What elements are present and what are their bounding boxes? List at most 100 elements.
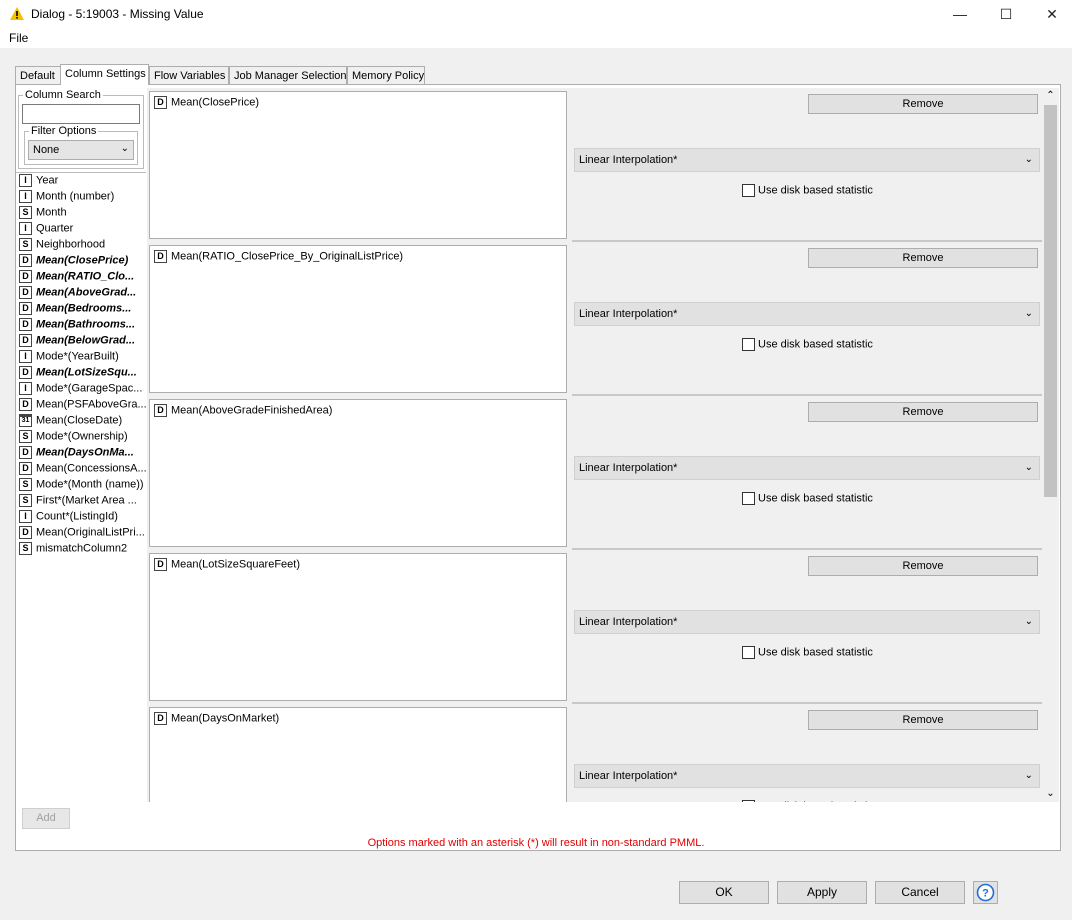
column-list-item[interactable]: D Mean(BelowGrad...	[19, 334, 146, 350]
tab-default[interactable]: Default	[15, 66, 61, 84]
column-list-item[interactable]: I Mode*(YearBuilt)	[19, 350, 146, 366]
chevron-down-icon: ⌄	[1024, 616, 1033, 627]
checkbox-icon[interactable]	[742, 338, 755, 351]
column-list-item[interactable]: I Mode*(GarageSpac...	[19, 382, 146, 398]
column-list-label: Mean(DaysOnMa...	[36, 446, 134, 459]
add-button[interactable]: Add	[22, 808, 70, 829]
column-list-item[interactable]: S Mode*(Ownership)	[19, 430, 146, 446]
column-list-label: Mean(LotSizeSqu...	[36, 366, 137, 379]
column-list-item[interactable]: I Count*(ListingId)	[19, 510, 146, 526]
disk-statistic-checkbox[interactable]: Use disk based statistic	[742, 492, 873, 505]
setting-block: Remove Linear Interpolation* ⌄ Use disk bas…	[572, 244, 1042, 396]
column-list-item[interactable]: I Quarter	[19, 222, 146, 238]
disk-statistic-checkbox[interactable]: Use disk based statistic	[742, 646, 873, 659]
column-list-label: Mean(Bathrooms...	[36, 318, 136, 331]
column-block-label: D Mean(RATIO_ClosePrice_By_OriginalListPr…	[154, 250, 403, 263]
column-type-icon: D	[154, 96, 167, 109]
cancel-button[interactable]: Cancel	[875, 881, 965, 904]
column-list-item[interactable]: D Mean(PSFAboveGra...	[19, 398, 146, 414]
menu-file[interactable]: File	[9, 31, 28, 45]
column-type-icon: D	[19, 446, 32, 459]
maximize-button[interactable]: ☐	[983, 0, 1029, 28]
tab-column-settings[interactable]: Column Settings	[60, 64, 149, 85]
close-button[interactable]: ✕	[1029, 0, 1072, 28]
remove-button[interactable]: Remove	[808, 94, 1038, 114]
column-list-item[interactable]: D Mean(LotSizeSqu...	[19, 366, 146, 382]
scrollbar-thumb[interactable]	[1044, 105, 1057, 497]
column-list-item[interactable]: S Mode*(Month (name))	[19, 478, 146, 494]
method-select[interactable]: Linear Interpolation* ⌄	[574, 148, 1040, 172]
column-list-item[interactable]: D Mean(RATIO_Clo...	[19, 270, 146, 286]
title-bar: Dialog - 5:19003 - Missing Value — ☐ ✕	[0, 0, 1072, 28]
column-block-name: Mean(ClosePrice)	[171, 96, 260, 109]
column-list-item[interactable]: D Mean(ClosePrice)	[19, 254, 146, 270]
column-list-item[interactable]: S First*(Market Area ...	[19, 494, 146, 510]
column-type-icon: D	[19, 526, 32, 539]
help-button[interactable]: ?	[973, 881, 998, 904]
tab-job-manager-selection[interactable]: Job Manager Selection	[229, 66, 347, 84]
column-search-input[interactable]	[22, 104, 140, 124]
column-list-item[interactable]: S Month	[19, 206, 146, 222]
filter-options-select[interactable]: None ⌄	[28, 140, 134, 160]
method-select[interactable]: Linear Interpolation* ⌄	[574, 302, 1040, 326]
column-list-label: Mean(ClosePrice)	[36, 254, 129, 267]
checkbox-icon[interactable]	[742, 646, 755, 659]
column-block: D Mean(AboveGradeFinishedArea)	[149, 399, 567, 547]
disk-statistic-checkbox[interactable]: Use disk based statistic	[742, 184, 873, 197]
disk-statistic-label: Use disk based statistic	[758, 338, 873, 351]
column-list-item[interactable]: D Mean(DaysOnMa...	[19, 446, 146, 462]
column-list-label: Mode*(GarageSpac...	[36, 382, 143, 395]
column-list-item[interactable]: D Mean(AboveGrad...	[19, 286, 146, 302]
column-type-icon: D	[154, 712, 167, 725]
remove-button[interactable]: Remove	[808, 248, 1038, 268]
apply-button[interactable]: Apply	[777, 881, 867, 904]
column-block-name: Mean(DaysOnMarket)	[171, 712, 280, 725]
column-block-name: Mean(RATIO_ClosePrice_By_OriginalListPri…	[171, 250, 404, 263]
tab-memory-policy[interactable]: Memory Policy	[347, 66, 425, 84]
setting-block: Remove Linear Interpolation* ⌄ Use disk bas…	[572, 706, 1042, 802]
disk-statistic-checkbox[interactable]: Use disk based statistic	[742, 338, 873, 351]
remove-button[interactable]: Remove	[808, 402, 1038, 422]
column-list-item[interactable]: I Year	[19, 174, 146, 190]
column-list-item[interactable]: D Mean(Bedrooms...	[19, 302, 146, 318]
column-list-label: Mode*(Month (name))	[36, 478, 144, 491]
column-list-item[interactable]: D Mean(Bathrooms...	[19, 318, 146, 334]
method-value: Linear Interpolation*	[579, 308, 678, 320]
column-type-icon: 31	[19, 414, 32, 427]
chevron-down-icon: ⌄	[1024, 154, 1033, 165]
minimize-button[interactable]: —	[937, 0, 983, 28]
checkbox-icon[interactable]	[742, 492, 755, 505]
column-list-label: First*(Market Area ...	[36, 494, 137, 507]
remove-button[interactable]: Remove	[808, 710, 1038, 730]
column-type-icon: S	[19, 238, 32, 251]
scroll-up-icon[interactable]: ⌃	[1042, 88, 1059, 104]
chevron-down-icon: ⌄	[120, 143, 129, 154]
column-block-label: D Mean(ClosePrice)	[154, 96, 259, 109]
scroll-down-icon[interactable]: ⌄	[1042, 786, 1059, 802]
column-list-item[interactable]: D Mean(ConcessionsA...	[19, 462, 146, 478]
disk-statistic-checkbox[interactable]: Use disk based statistic	[742, 800, 873, 802]
column-list-item[interactable]: D Mean(OriginalListPri...	[19, 526, 146, 542]
column-list-item[interactable]: SmismatchColumn2	[19, 542, 146, 558]
method-select[interactable]: Linear Interpolation* ⌄	[574, 610, 1040, 634]
close-icon: ✕	[1046, 5, 1058, 22]
setting-block: Remove Linear Interpolation* ⌄ Use disk bas…	[572, 552, 1042, 704]
column-list-item[interactable]: 31 Mean(CloseDate)	[19, 414, 146, 430]
checkbox-icon[interactable]	[742, 184, 755, 197]
column-list-item[interactable]: S Neighborhood	[19, 238, 146, 254]
column-list-item[interactable]: I Month (number)	[19, 190, 146, 206]
remove-button[interactable]: Remove	[808, 556, 1038, 576]
column-type-icon: D	[154, 558, 167, 571]
vertical-scrollbar[interactable]: ⌃ ⌄	[1042, 88, 1059, 802]
column-block: D Mean(LotSizeSquareFeet)	[149, 553, 567, 701]
column-block-label: D Mean(AboveGradeFinishedArea)	[154, 404, 332, 417]
tab-flow-variables[interactable]: Flow Variables	[149, 66, 229, 84]
filter-options-value: None	[33, 144, 60, 156]
column-list-label: Quarter	[36, 222, 74, 235]
checkbox-icon[interactable]	[742, 800, 755, 802]
ok-button[interactable]: OK	[679, 881, 769, 904]
method-select[interactable]: Linear Interpolation* ⌄	[574, 764, 1040, 788]
column-blocks: D Mean(ClosePrice) D Mean(RATIO_ClosePrice_…	[147, 88, 572, 802]
method-select[interactable]: Linear Interpolation* ⌄	[574, 456, 1040, 480]
column-type-icon: D	[19, 334, 32, 347]
